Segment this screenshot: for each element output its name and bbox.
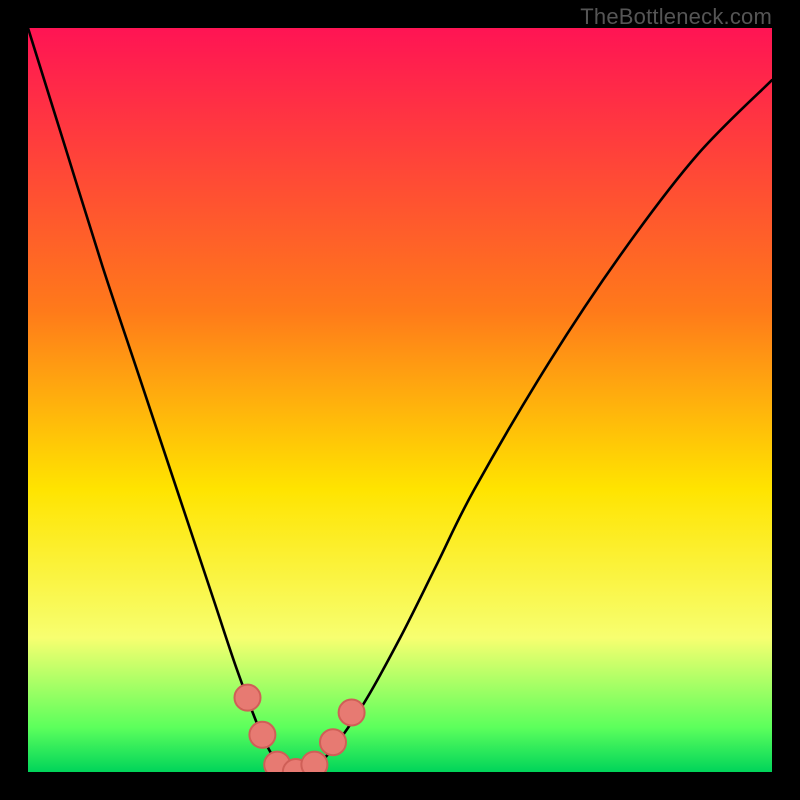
frame: TheBottleneck.com <box>0 0 800 800</box>
marker-left-lower <box>249 722 275 748</box>
valley-markers <box>235 685 365 772</box>
plot-area <box>28 28 772 772</box>
curve-layer <box>28 28 772 772</box>
bottleneck-curve <box>28 28 772 772</box>
marker-valley-right <box>301 752 327 772</box>
watermark-text: TheBottleneck.com <box>580 4 772 30</box>
marker-right-upper <box>339 700 365 726</box>
marker-left-upper <box>235 685 261 711</box>
marker-right-lower <box>320 729 346 755</box>
